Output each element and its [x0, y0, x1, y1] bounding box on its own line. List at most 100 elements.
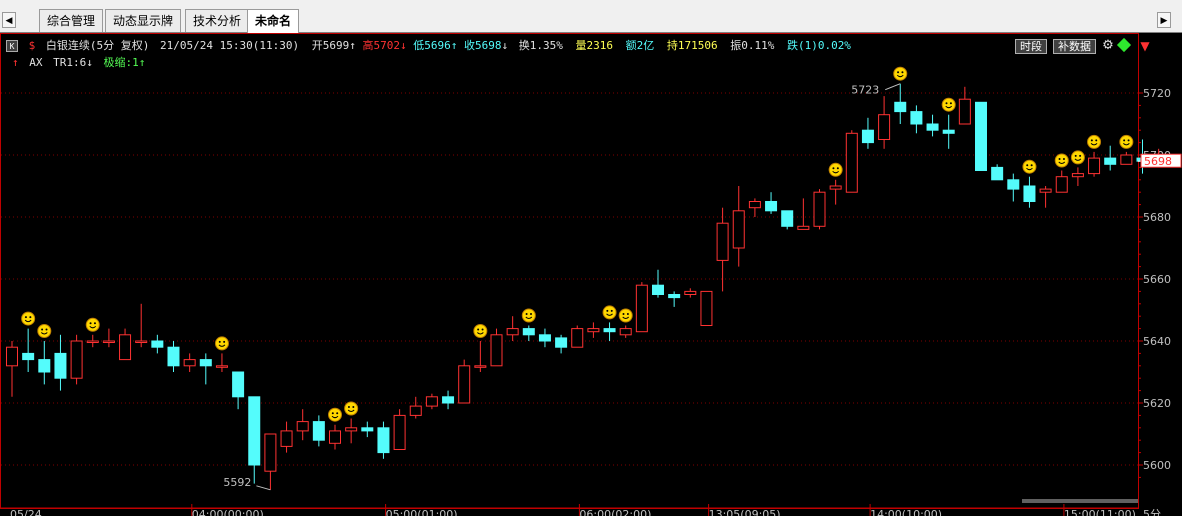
x-tick-label: 05/24: [10, 508, 42, 516]
candle-body: [975, 101, 987, 171]
smiley-face-icon: [1087, 134, 1102, 149]
amount: 额2亿: [625, 39, 655, 52]
candle-body: [522, 328, 535, 336]
open-interest: 持171506: [666, 39, 718, 52]
candle-body: [361, 427, 374, 432]
smiley-face-icon: [941, 97, 956, 112]
candle-body: [1088, 157, 1101, 175]
candle-body: [248, 396, 261, 466]
candle-body: [1039, 188, 1052, 193]
high-price: 高5702: [362, 39, 400, 52]
candle-body: [232, 371, 245, 398]
candle-body: [1104, 157, 1117, 165]
candle-body: [135, 340, 148, 343]
candle-body: [22, 352, 35, 361]
low-annotation: 5592: [223, 476, 251, 489]
x-tick-label: 05:00(01:00): [386, 508, 458, 516]
arrow-up-icon: ↑: [12, 56, 19, 69]
candle-body: [1023, 185, 1036, 202]
instrument-name: 白银连续(5分 复权): [45, 39, 150, 52]
candle-body: [345, 427, 358, 432]
candle-body: [958, 98, 971, 125]
arrow-down-icon: ↓: [399, 39, 407, 52]
candlestick-chart[interactable]: 5600562056405660568057005720572355925698…: [0, 0, 1182, 516]
candle-body: [748, 201, 761, 209]
candle-body: [652, 284, 664, 296]
x-tick-label: 15:00(11:00): [1064, 508, 1136, 516]
annotation-leader: [885, 83, 901, 91]
supplement-data-button[interactable]: 补数据: [1053, 39, 1096, 54]
candle-body: [668, 294, 681, 299]
change-percent: 跌(1)0.02%: [786, 39, 851, 52]
y-tick-label: 5620: [1143, 397, 1171, 410]
smiley-face-icon: [1119, 134, 1134, 149]
gear-icon[interactable]: ⚙: [1101, 39, 1115, 53]
quote-header: K $ 白银连续(5分 复权) 21/05/24 15:30(11:30) 开5…: [0, 37, 1010, 55]
candle-body: [538, 334, 551, 342]
candle-body: [684, 290, 697, 295]
candle-body: [70, 340, 83, 379]
smiley-face-icon: [893, 66, 908, 81]
candle-body: [102, 340, 115, 343]
candle-body: [442, 396, 455, 404]
dollar-icon: $: [28, 39, 36, 52]
y-tick-label: 5720: [1143, 87, 1171, 100]
candle-body: [894, 101, 907, 113]
x-tick-label: 5分: [1143, 508, 1161, 516]
y-tick-label: 5660: [1143, 273, 1171, 286]
candle-body: [1071, 173, 1084, 178]
candle-body: [878, 114, 891, 140]
arrow-down-icon: ↓: [501, 39, 509, 52]
annotation-leader: [256, 485, 271, 491]
candle-body: [845, 132, 858, 193]
candle-body: [765, 201, 778, 212]
smiley-face-icon: [21, 311, 36, 326]
candle-body: [312, 421, 325, 441]
candle-body: [38, 359, 51, 373]
last-price-label: 5698: [1144, 155, 1172, 168]
candle-body: [732, 210, 745, 249]
candle-body: [861, 129, 874, 144]
candle-body: [716, 222, 729, 261]
candle-body: [797, 225, 810, 230]
candle-body: [474, 365, 487, 368]
candle-body: [1007, 179, 1020, 190]
candle-body: [377, 427, 390, 454]
indicator-name[interactable]: AX: [29, 56, 42, 69]
candle-body: [458, 365, 471, 404]
turnover-rate: 换1.35%: [518, 39, 563, 52]
candle-body: [151, 340, 164, 348]
candle-body: [409, 405, 422, 416]
candle-body: [6, 346, 18, 367]
candle-body: [490, 334, 503, 367]
candle-body: [264, 433, 277, 472]
candle-body: [781, 210, 794, 227]
indicator-tr1: TR1:6: [53, 56, 87, 69]
open-price: 开5699: [311, 39, 350, 52]
smiley-face-icon: [602, 305, 617, 320]
k-line-icon[interactable]: K: [6, 40, 18, 52]
indicator-jisuo: 极缩:1: [103, 56, 139, 69]
y-tick-label: 5600: [1143, 459, 1171, 472]
low-price: 低5696: [413, 39, 451, 52]
x-tick-label: 14:00(10:00): [870, 508, 942, 516]
high-annotation: 5723: [851, 84, 879, 97]
candle-body: [183, 359, 196, 367]
timeframe-button[interactable]: 时段: [1015, 39, 1047, 54]
candle-body: [329, 430, 341, 444]
smiley-face-icon: [1022, 159, 1037, 174]
candle-body: [571, 328, 584, 348]
amplitude: 振0.11%: [730, 39, 775, 52]
smiley-face-icon: [214, 336, 229, 351]
candle-body: [910, 111, 923, 125]
candle-body: [280, 430, 293, 447]
arrow-down-icon: ↓: [86, 56, 93, 69]
x-tick-label: 13:05(09:05): [709, 508, 781, 516]
x-tick-label: 04:00(00:00): [192, 508, 264, 516]
smiley-face-icon: [1070, 150, 1085, 165]
candle-body: [813, 191, 826, 227]
smiley-face-icon: [1054, 153, 1069, 168]
arrow-up-icon: ↑: [349, 39, 356, 52]
arrow-down-icon[interactable]: ▼: [1138, 39, 1152, 53]
arrow-up-icon: ↑: [138, 56, 146, 69]
